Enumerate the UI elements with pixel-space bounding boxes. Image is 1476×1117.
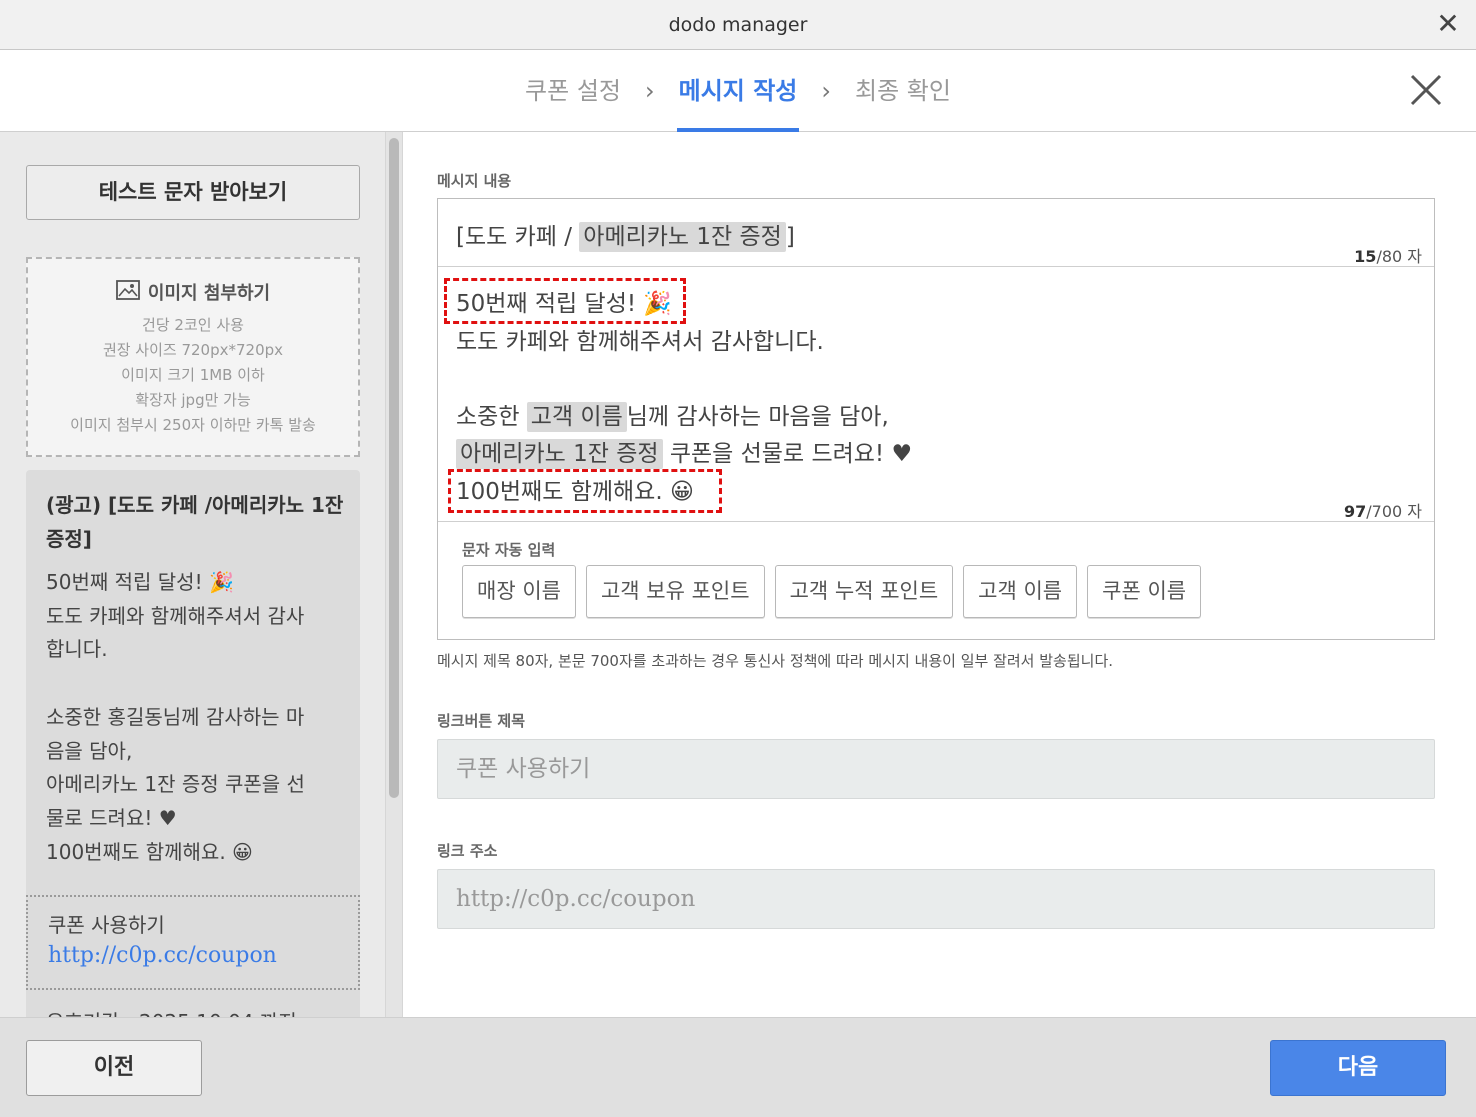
preview-line: 도도 카페와 함께해주셔서 감사 xyxy=(46,603,305,628)
subject-count-max: /80 자 xyxy=(1376,247,1422,266)
step-final-check[interactable]: 최종 확인 xyxy=(853,50,953,132)
body-count-max: /700 자 xyxy=(1366,502,1422,521)
auto-input-customer-points-button[interactable]: 고객 보유 포인트 xyxy=(585,565,765,618)
preview-link-url[interactable]: http://c0p.cc/coupon xyxy=(48,943,277,968)
link-url-label: 링크 주소 xyxy=(437,842,498,860)
subject-input[interactable]: [도도 카페 / 아메리카노 1잔 증정] 15/80 자 xyxy=(438,199,1434,267)
preview-line: 물로 드려요! ♥ xyxy=(46,805,177,830)
highlight-annotation-box xyxy=(448,469,722,513)
body-line: 아메리카노 1잔 증정 쿠폰을 선물로 드려요! ♥ xyxy=(456,436,912,474)
next-button[interactable]: 다음 xyxy=(1270,1040,1446,1096)
auto-input-customer-name-button[interactable]: 고객 이름 xyxy=(963,565,1078,618)
preview-line: 아메리카노 1잔 증정 쿠폰을 선 xyxy=(46,772,305,797)
auto-input-store-name-button[interactable]: 매장 이름 xyxy=(462,565,576,618)
highlight-annotation-box xyxy=(444,278,686,324)
body-text-segment: 쿠폰을 선물로 드려요! ♥ xyxy=(662,441,913,467)
message-content-label: 메시지 내용 xyxy=(437,172,512,190)
link-title-label: 링크버튼 제목 xyxy=(437,712,526,730)
preview-line: 소중한 홍길동님께 감사하는 마 xyxy=(46,704,305,729)
attach-guideline: 확장자 jpg만 가능 xyxy=(135,391,251,409)
subject-variable-chip[interactable]: 아메리카노 1잔 증정 xyxy=(579,222,786,252)
preview-line: 50번째 적립 달성! 🎉 xyxy=(46,570,234,594)
image-attach-title-row: 이미지 첨부하기 xyxy=(28,279,358,305)
scrollbar-thumb[interactable] xyxy=(389,138,399,798)
auto-input-buttons: 매장 이름 고객 보유 포인트 고객 누적 포인트 고객 이름 쿠폰 이름 xyxy=(462,565,1202,618)
attach-guideline: 권장 사이즈 720px*720px xyxy=(102,341,284,359)
preview-line: 음을 담아, xyxy=(46,738,133,763)
body-text-segment: 님께 감사하는 마음을 담아, xyxy=(626,403,889,430)
right-panel: 메시지 내용 [도도 카페 / 아메리카노 1잔 증정] 15/80 자 50번… xyxy=(403,132,1476,1017)
variable-chip-customer-name[interactable]: 고객 이름 xyxy=(526,401,627,432)
message-editor: [도도 카페 / 아메리카노 1잔 증정] 15/80 자 50번째 적립 달성… xyxy=(437,198,1435,640)
length-notice: 메시지 제목 80자, 본문 700자를 초과하는 경우 통신사 정책에 따라 … xyxy=(437,652,1114,670)
window-title: dodo manager xyxy=(668,13,808,36)
link-url-input[interactable] xyxy=(438,870,1434,928)
link-url-field[interactable] xyxy=(437,869,1435,929)
body-count-current: 97 xyxy=(1343,502,1367,521)
preview-line: 100번째도 함께해요. 😀 xyxy=(46,839,253,864)
link-title-input[interactable] xyxy=(438,740,1434,798)
attach-guideline: 이미지 첨부시 250자 이하만 카톡 발송 xyxy=(70,416,316,434)
preview-body: 50번째 적립 달성! 🎉 도도 카페와 함께해주셔서 감사 합니다. 소중한 … xyxy=(46,566,346,869)
body-line: 소중한 고객 이름 님께 감사하는 마음을 담아, xyxy=(456,399,912,437)
auto-input-coupon-name-button[interactable]: 쿠폰 이름 xyxy=(1087,565,1202,618)
variable-chip-coupon-name[interactable]: 아메리카노 1잔 증정 xyxy=(456,439,663,469)
step-header: 쿠폰 설정 › 메시지 작성 › 최종 확인 xyxy=(0,50,1476,132)
body-line: 도도 카페와 함께해주셔서 감사합니다. xyxy=(456,328,824,355)
attach-guideline: 이미지 크기 1MB 이하 xyxy=(121,366,265,384)
left-panel: 테스트 문자 받아보기 이미지 첨부하기 건당 2코인 사용 권장 사이즈 72… xyxy=(0,132,385,1017)
image-attach-label: 이미지 첨부하기 xyxy=(147,283,271,304)
preview-line xyxy=(46,667,346,701)
image-attach-guidelines: 건당 2코인 사용 권장 사이즈 720px*720px 이미지 크기 1MB … xyxy=(28,313,358,438)
step-message-compose[interactable]: 메시지 작성 xyxy=(676,50,800,132)
image-icon xyxy=(116,279,140,305)
chevron-right-icon: › xyxy=(645,77,655,105)
dialog-close-icon[interactable] xyxy=(1406,70,1446,110)
step-indicator: 쿠폰 설정 › 메시지 작성 › 최종 확인 xyxy=(0,50,1476,132)
subject-count-current: 15 xyxy=(1354,247,1377,266)
window-titlebar: dodo manager ✕ xyxy=(0,0,1476,50)
step-coupon-settings[interactable]: 쿠폰 설정 xyxy=(523,50,623,132)
preview-title: (광고) [도도 카페 /아메리카노 1잔 증정] xyxy=(46,493,344,551)
left-panel-scrollbar[interactable] xyxy=(385,132,403,1017)
auto-input-accumulated-points-button[interactable]: 고객 누적 포인트 xyxy=(774,565,954,618)
body-text-segment: 소중한 xyxy=(456,403,527,430)
link-title-field[interactable] xyxy=(437,739,1435,799)
subject-prefix: [도도 카페 / xyxy=(456,224,580,250)
preview-link-button: 쿠폰 사용하기 http://c0p.cc/coupon xyxy=(26,895,360,990)
subject-text: [도도 카페 / 아메리카노 1잔 증정] xyxy=(456,217,795,252)
subject-suffix: ] xyxy=(785,224,795,250)
preview-link-label: 쿠폰 사용하기 xyxy=(48,913,165,937)
subject-char-count: 15/80 자 xyxy=(1354,243,1422,267)
image-attach-area[interactable]: 이미지 첨부하기 건당 2코인 사용 권장 사이즈 720px*720px 이미… xyxy=(26,257,360,457)
body-line-empty xyxy=(456,361,912,399)
attach-guideline: 건당 2코인 사용 xyxy=(142,316,244,334)
window-close-icon[interactable]: ✕ xyxy=(1434,10,1462,38)
chevron-right-icon: › xyxy=(821,77,831,105)
auto-input-label: 문자 자동 입력 xyxy=(462,541,556,559)
footer-bar: 이전 다음 xyxy=(0,1017,1476,1117)
test-message-button[interactable]: 테스트 문자 받아보기 xyxy=(26,165,360,220)
previous-button[interactable]: 이전 xyxy=(26,1040,202,1096)
preview-line: 합니다. xyxy=(46,637,108,662)
body-char-count: 97/700 자 xyxy=(1344,498,1422,522)
